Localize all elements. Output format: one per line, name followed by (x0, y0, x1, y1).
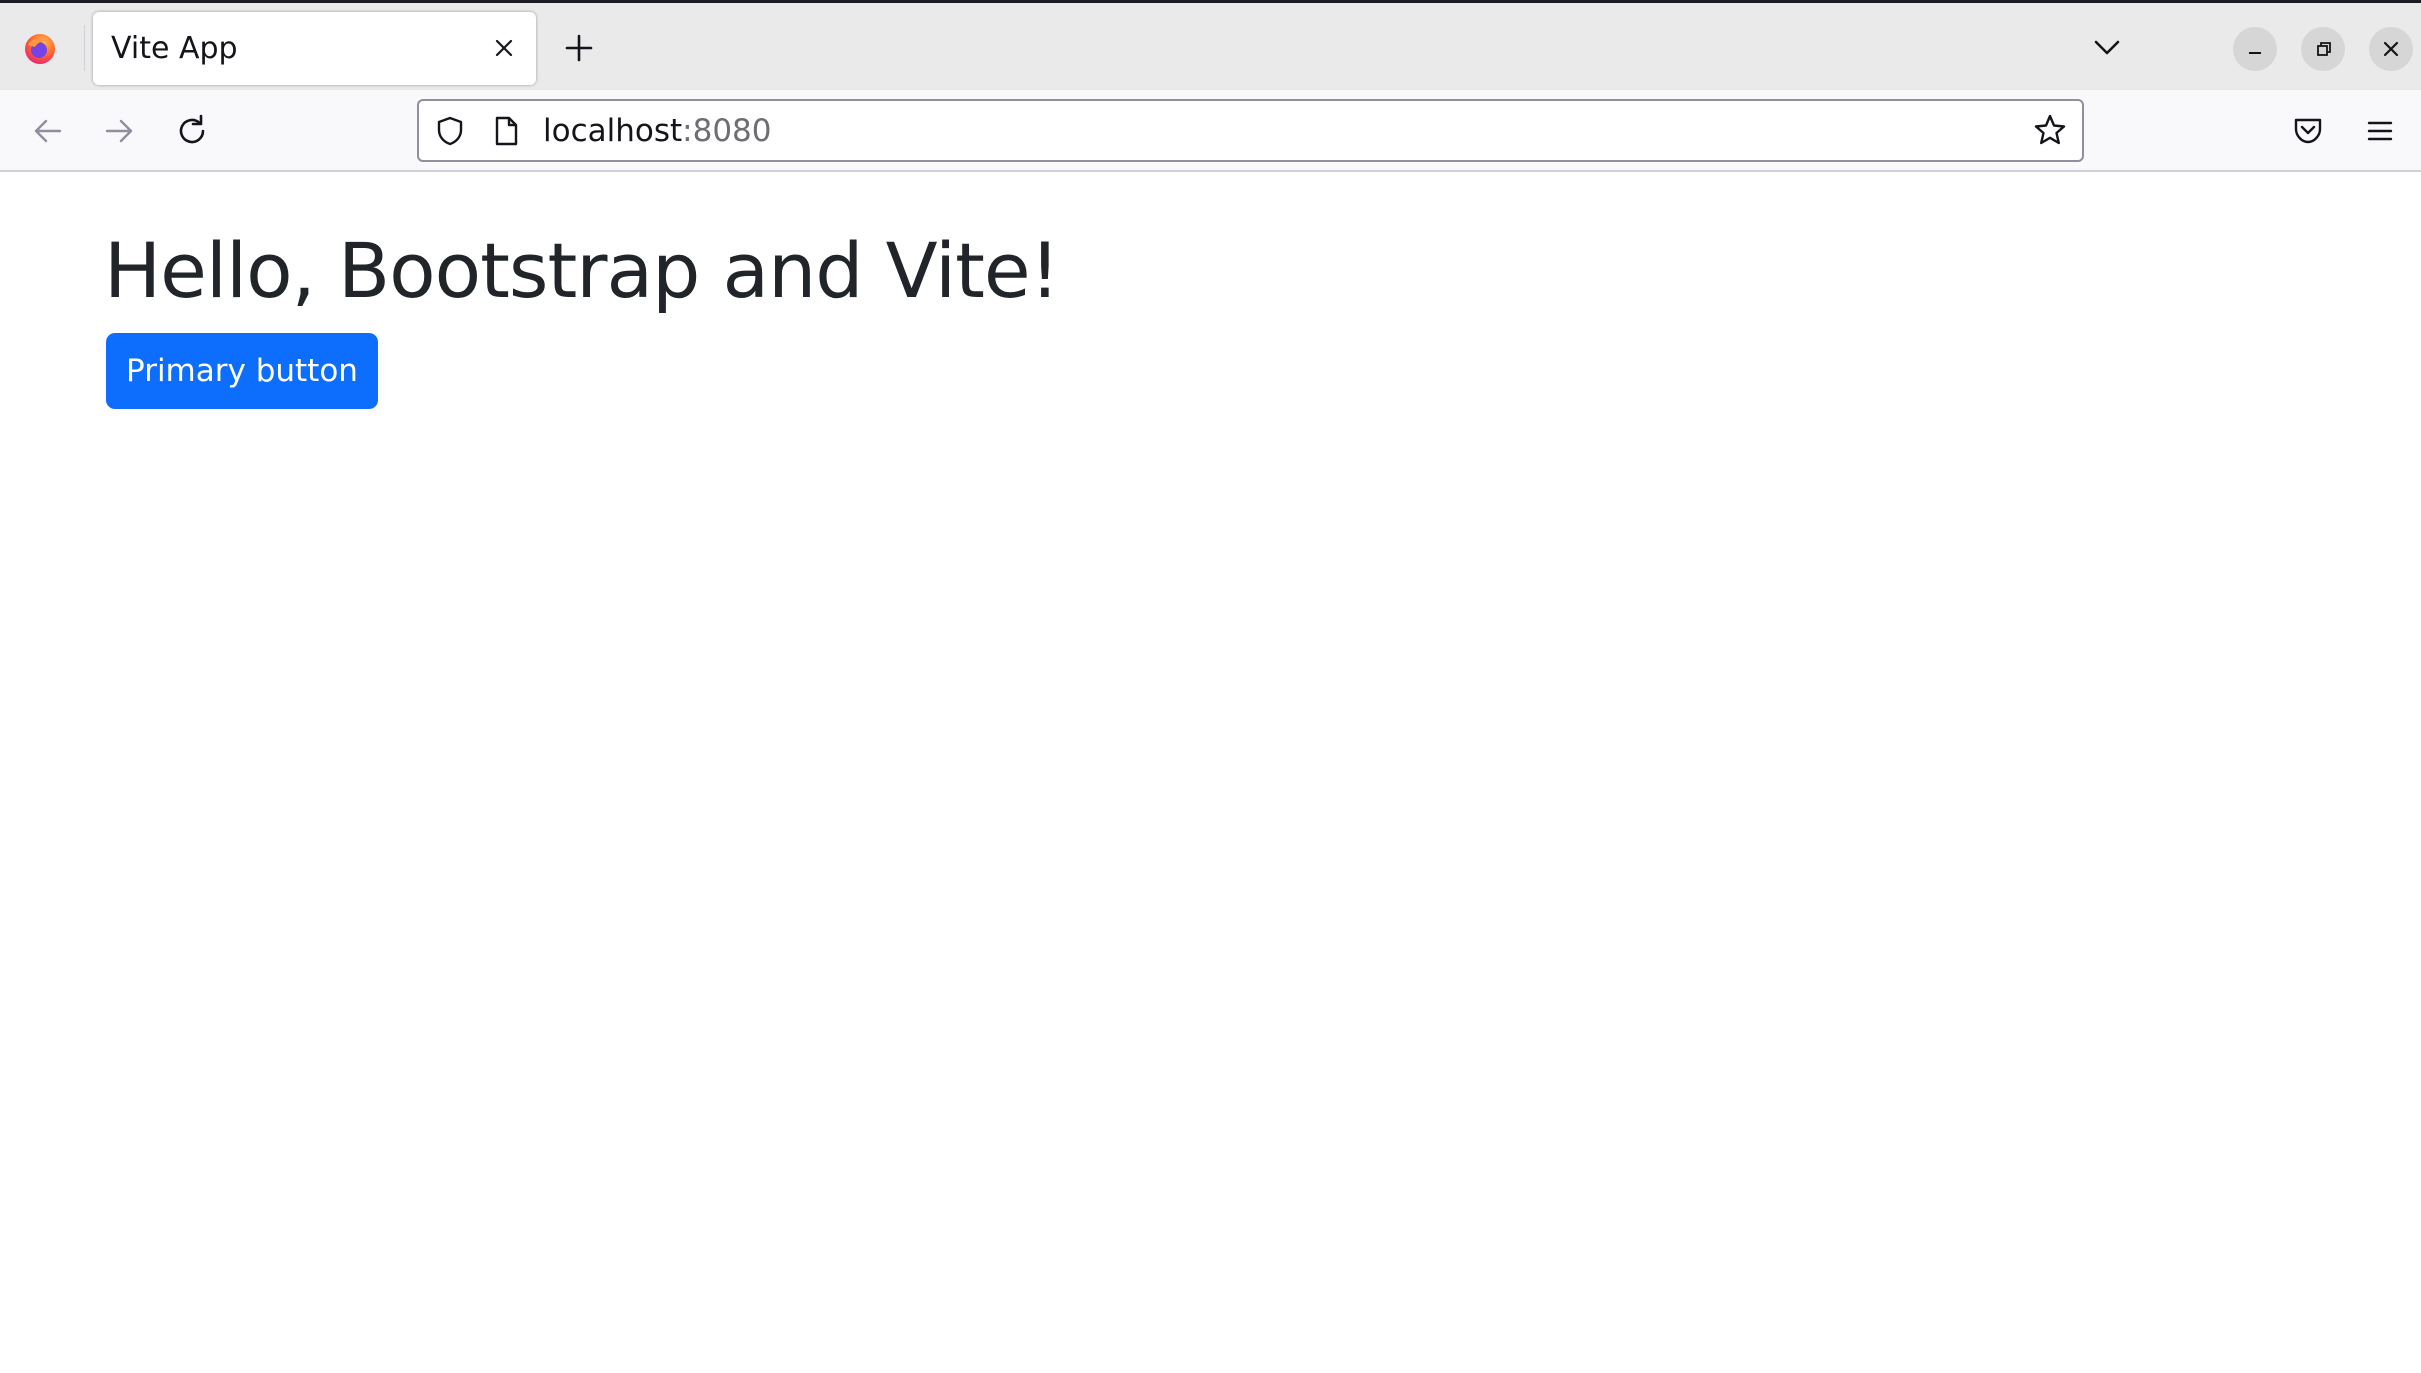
arrow-left-icon[interactable] (28, 111, 68, 151)
navigation-toolbar: localhost:8080 (0, 90, 2421, 172)
restore-icon (2317, 42, 2331, 56)
chevron-down-icon[interactable] (2090, 33, 2124, 61)
url-text[interactable]: localhost:8080 (543, 113, 772, 149)
star-icon[interactable] (2032, 112, 2068, 148)
restore-button[interactable] (2301, 27, 2345, 71)
firefox-logo-icon[interactable] (24, 33, 56, 65)
plus-icon[interactable] (562, 31, 596, 65)
browser-window: Vite App localhost:8080 Hello, Bootstrap… (0, 0, 2421, 1373)
close-icon (2383, 41, 2399, 57)
reload-icon[interactable] (172, 111, 212, 151)
minimize-icon (2249, 52, 2261, 54)
tab-strip: Vite App (0, 0, 2421, 90)
url-bar[interactable]: localhost:8080 (417, 99, 2084, 162)
minimize-button[interactable] (2233, 27, 2277, 71)
page-icon[interactable] (491, 114, 521, 148)
hamburger-menu-icon[interactable] (2362, 113, 2398, 149)
arrow-right-icon[interactable] (99, 111, 139, 151)
primary-button[interactable]: Primary button (106, 333, 378, 409)
tab-separator (84, 25, 85, 71)
pocket-icon[interactable] (2290, 112, 2326, 148)
tab-title: Vite App (111, 31, 238, 66)
close-icon[interactable] (490, 34, 518, 62)
url-port: :8080 (682, 113, 772, 149)
page-content: Hello, Bootstrap and Vite! Primary butto… (0, 172, 2421, 1373)
page-title: Hello, Bootstrap and Vite! (104, 226, 1060, 315)
url-host: localhost (543, 113, 683, 149)
tab-active[interactable]: Vite App (93, 12, 536, 85)
shield-icon[interactable] (433, 114, 467, 148)
close-window-button[interactable] (2369, 27, 2413, 71)
